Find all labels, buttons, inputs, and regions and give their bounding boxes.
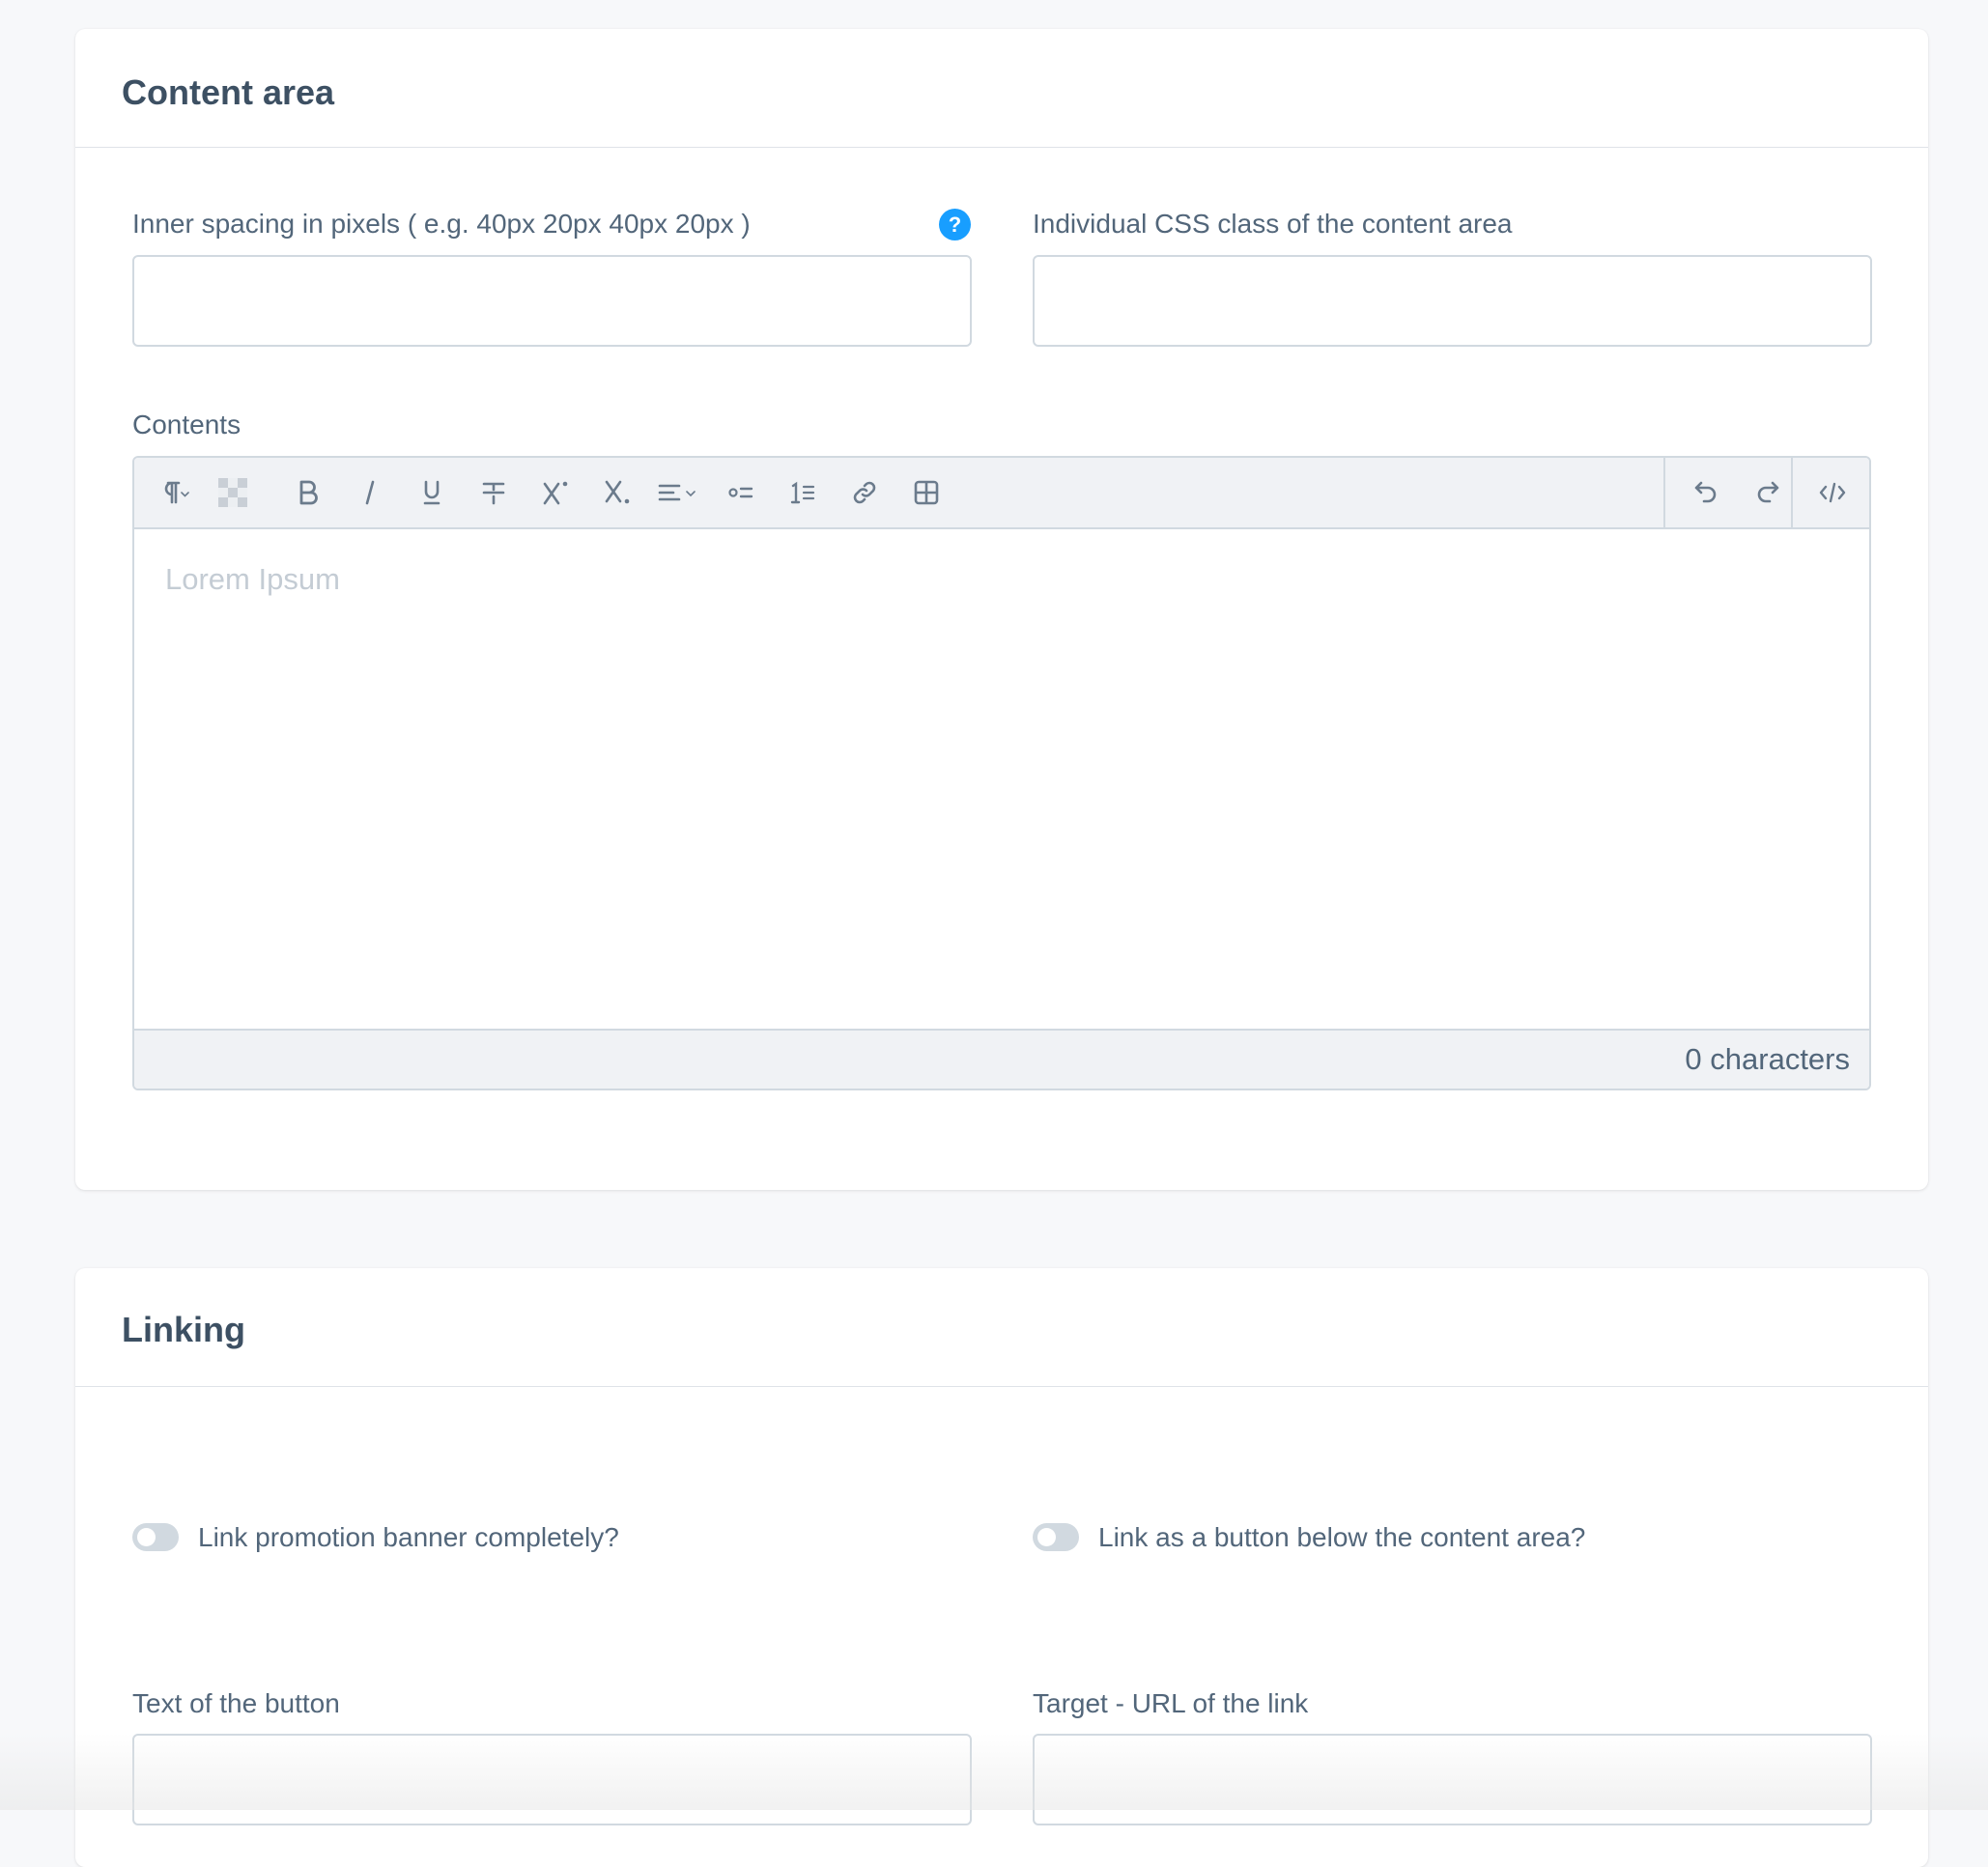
target-url-input[interactable] (1033, 1734, 1872, 1825)
subscript-icon (605, 480, 630, 504)
strikethrough-icon (482, 482, 505, 505)
code-view-icon (1819, 482, 1846, 503)
italic-icon (365, 480, 375, 505)
css-class-label: Individual CSS class of the content area (1033, 209, 1513, 239)
editor-status-bar: 0 characters (134, 1029, 1869, 1089)
inner-spacing-label: Inner spacing in pixels ( e.g. 40px 20px… (132, 209, 751, 239)
underline-icon (423, 480, 440, 505)
link-button[interactable] (839, 458, 890, 527)
underline-button[interactable] (407, 458, 457, 527)
code-view-button[interactable] (1807, 458, 1858, 527)
content-area-title: Content area (122, 72, 335, 112)
inner-spacing-input[interactable] (132, 255, 972, 347)
subscript-button[interactable] (592, 458, 642, 527)
character-count: 0 characters (1685, 1042, 1850, 1076)
paragraph-format-button[interactable] (148, 458, 202, 527)
toggle-knob (1037, 1528, 1056, 1546)
link-button-toggle[interactable] (1033, 1523, 1079, 1551)
table-button[interactable] (901, 458, 951, 527)
link-banner-label: Link promotion banner completely? (198, 1522, 619, 1552)
bold-button[interactable] (283, 458, 333, 527)
superscript-button[interactable] (530, 458, 581, 527)
link-button-label: Link as a button below the content area? (1098, 1522, 1586, 1552)
undo-button[interactable] (1682, 458, 1732, 527)
italic-button[interactable] (345, 458, 395, 527)
paragraph-icon (164, 481, 189, 504)
linking-header: Linking (75, 1268, 1928, 1387)
contents-label: Contents (132, 410, 241, 439)
target-url-label: Target - URL of the link (1033, 1688, 1309, 1718)
linking-title: Linking (122, 1310, 245, 1349)
text-color-icon (218, 478, 247, 507)
button-text-input[interactable] (132, 1734, 972, 1825)
editor-toolbar (134, 458, 1869, 529)
align-button[interactable] (648, 458, 706, 527)
numbered-list-icon (790, 481, 815, 504)
numbered-list-button[interactable] (778, 458, 828, 527)
rich-text-editor: Lorem Ipsum 0 characters (132, 456, 1871, 1090)
toggle-knob (137, 1528, 156, 1546)
undo-icon (1694, 481, 1717, 503)
linking-card: Linking Link promotion banner completely… (75, 1268, 1928, 1867)
link-icon (853, 481, 876, 504)
align-icon (658, 484, 696, 501)
link-banner-toggle[interactable] (132, 1523, 179, 1551)
editor-text-area[interactable]: Lorem Ipsum (134, 527, 1869, 1034)
css-class-input[interactable] (1033, 255, 1872, 347)
superscript-icon (543, 481, 568, 505)
button-text-label: Text of the button (132, 1688, 340, 1718)
bullet-list-button[interactable] (716, 458, 766, 527)
toolbar-separator (1791, 458, 1793, 527)
toolbar-separator (1663, 458, 1665, 527)
strikethrough-button[interactable] (469, 458, 519, 527)
bold-icon (299, 480, 318, 505)
help-icon[interactable]: ? (939, 209, 971, 240)
table-icon (914, 480, 939, 505)
redo-button[interactable] (1742, 458, 1792, 527)
bullet-list-icon (728, 487, 753, 498)
content-area-card: Content area Inner spacing in pixels ( e… (75, 29, 1928, 1190)
editor-placeholder: Lorem Ipsum (165, 562, 340, 596)
text-color-button[interactable] (212, 458, 254, 527)
redo-icon (1757, 481, 1779, 503)
content-area-header: Content area (75, 29, 1928, 148)
